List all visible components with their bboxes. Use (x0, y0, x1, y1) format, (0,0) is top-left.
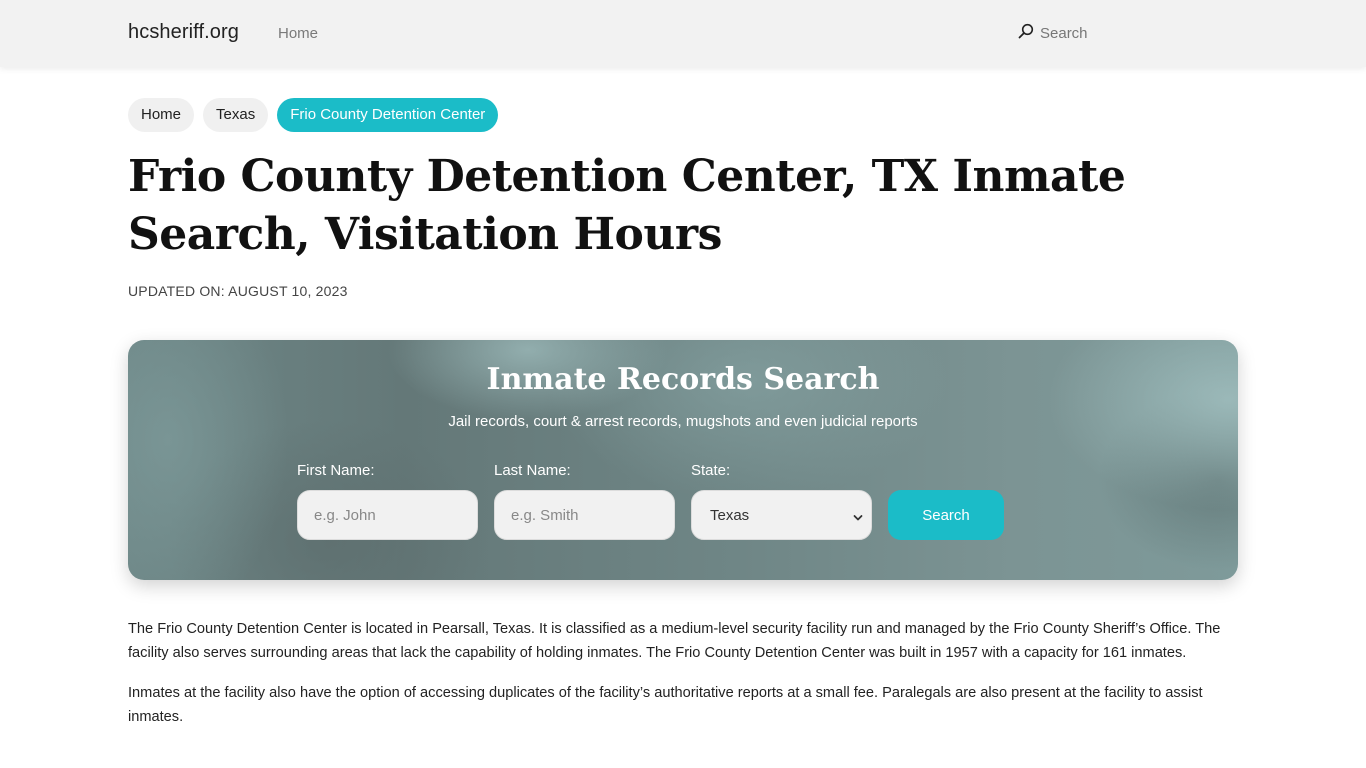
nav-home-link[interactable]: Home (278, 25, 318, 42)
search-icon (1018, 23, 1034, 43)
first-name-input[interactable] (297, 490, 478, 540)
breadcrumb-current-frio-county[interactable]: Frio County Detention Center (277, 98, 499, 132)
nav-search-button[interactable]: Search (1018, 23, 1088, 43)
updated-date: UPDATED ON: AUGUST 10, 2023 (128, 283, 348, 299)
article-content: The Frio County Detention Center is loca… (128, 617, 1240, 745)
search-submit-button[interactable]: Search (888, 490, 1004, 540)
state-select[interactable]: Texas (691, 490, 872, 540)
page-title: Frio County Detention Center, TX Inmate … (128, 151, 1126, 260)
panel-subtitle: Jail records, court & arrest records, mu… (448, 413, 918, 430)
top-navbar: hcsheriff.org Home Search (0, 0, 1366, 67)
last-name-label: Last Name: (494, 462, 571, 479)
breadcrumb-texas[interactable]: Texas (203, 98, 269, 132)
site-brand-link[interactable]: hcsheriff.org (128, 21, 239, 44)
state-label: State: (691, 462, 731, 479)
breadcrumb: Home Texas Frio County Detention Center (128, 98, 499, 132)
nav-search-label: Search (1040, 24, 1088, 42)
content-paragraph: Inmates at the facility also have the op… (128, 685, 1203, 725)
first-name-field-group: First Name: (297, 462, 478, 540)
last-name-input[interactable] (494, 490, 675, 540)
first-name-label: First Name: (297, 462, 375, 479)
inmate-search-panel: Inmate Records Search Jail records, cour… (128, 340, 1238, 580)
content-paragraph: The Frio County Detention Center is loca… (128, 621, 1221, 661)
last-name-field-group: Last Name: (494, 462, 675, 540)
state-field-group: State: Texas (691, 462, 872, 540)
breadcrumb-home[interactable]: Home (128, 98, 195, 132)
panel-title: Inmate Records Search (486, 362, 880, 397)
